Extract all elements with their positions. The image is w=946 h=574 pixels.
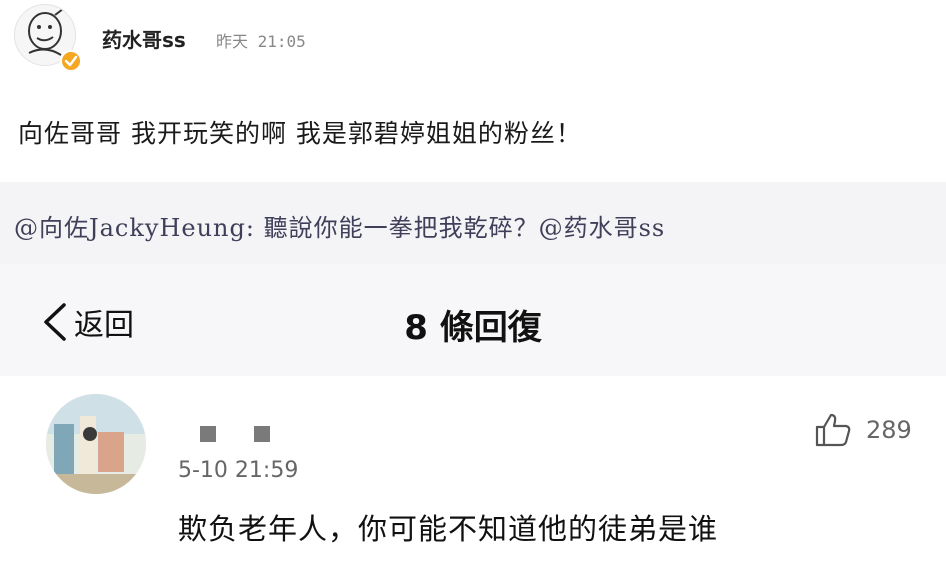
poster-name[interactable]: 药水哥ss [102, 24, 186, 53]
photo-avatar-image [46, 394, 146, 494]
weibo-post: 药水哥ss 昨天 21:05 向佐哥哥 我开玩笑的啊 我是郭碧婷姐姐的粉丝！ [0, 0, 946, 182]
quoted-repost[interactable]: @向佐JackyHeung: 聽說你能一拳把我乾碎？@药水哥ss [0, 182, 946, 264]
quoted-text: @向佐JackyHeung: 聽說你能一拳把我乾碎？@药水哥ss [14, 214, 666, 242]
like-button[interactable]: 289 [814, 412, 912, 448]
page-title: 8 條回復 [404, 308, 542, 348]
post-text: 向佐哥哥 我开玩笑的啊 我是郭碧婷姐姐的粉丝！ [18, 119, 582, 148]
replies-navbar: 返回 8 條回復 [0, 264, 946, 376]
replier-name-masked[interactable] [200, 426, 280, 444]
reply-timestamp: 5-10 21:59 [178, 458, 299, 483]
reply-item[interactable]: 5-10 21:59 289 欺负老年人，你可能不知道他的徒弟是谁 [0, 376, 946, 574]
reply-text: 欺负老年人，你可能不知道他的徒弟是谁 [178, 512, 719, 546]
verified-badge-icon [60, 50, 82, 72]
post-timestamp: 昨天 21:05 [216, 32, 306, 51]
thumbs-up-icon [815, 413, 851, 447]
replier-avatar[interactable] [46, 394, 146, 494]
like-count: 289 [866, 416, 912, 444]
